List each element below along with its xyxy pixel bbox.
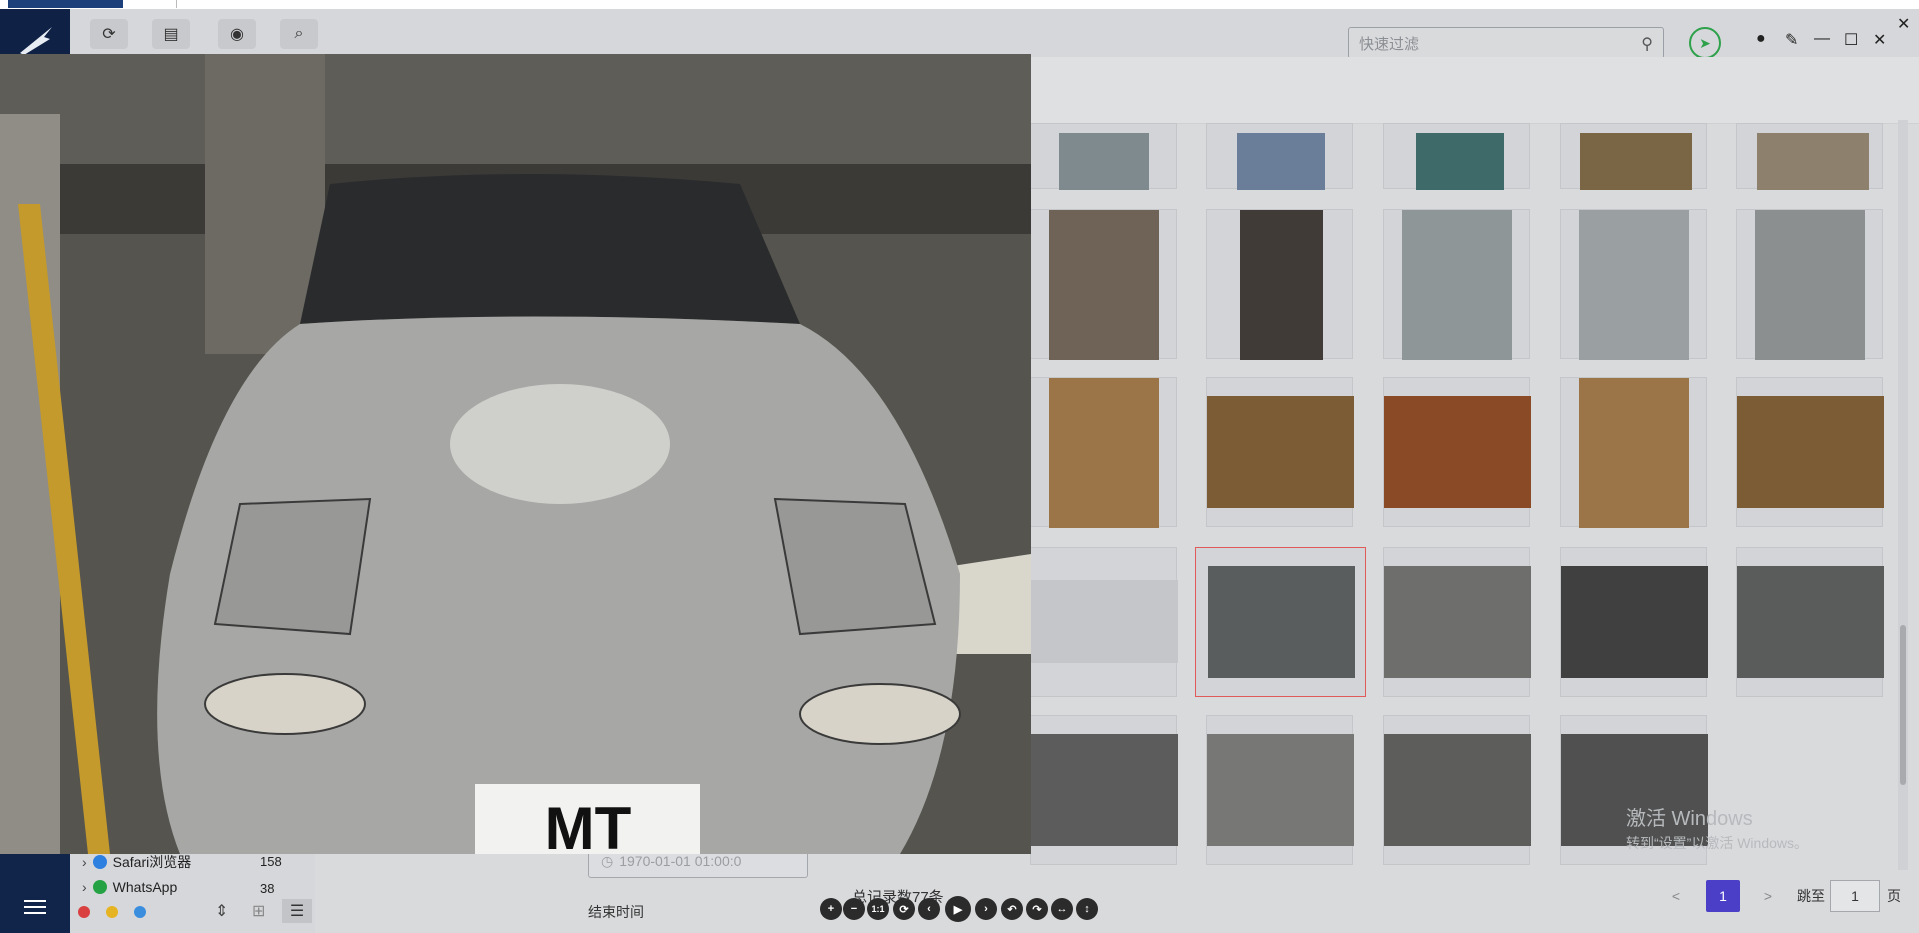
thumbnail[interactable] [1560, 547, 1708, 697]
tree-item-whatsapp[interactable]: › WhatsApp [82, 879, 177, 895]
zoom-out-button[interactable]: − [843, 898, 865, 920]
navigate-icon[interactable]: ➤ [1689, 27, 1721, 59]
active-tab[interactable] [8, 0, 123, 8]
eye-icon[interactable]: ◉ [218, 19, 256, 49]
list-view-icon[interactable]: ☰ [282, 899, 312, 923]
end-time-label: 结束时间 [588, 904, 644, 920]
plate-text: MT [545, 795, 632, 854]
safari-icon [92, 855, 107, 869]
next-image-button[interactable]: › [975, 898, 997, 920]
play-button[interactable]: ▶ [945, 896, 971, 922]
thumbnail[interactable] [1560, 377, 1707, 528]
user-icon[interactable]: ● [1756, 30, 1766, 48]
watermark-line2: 转到“设置”以激活 Windows。 [1626, 835, 1809, 851]
image-viewer[interactable]: MT [0, 54, 1031, 854]
jump-label: 跳至 [1797, 888, 1825, 904]
db-search-icon[interactable]: ⌕ [280, 19, 318, 49]
thumbnail[interactable] [1383, 547, 1531, 697]
zoom-in-button[interactable]: + [820, 898, 842, 920]
grid-view-icon[interactable]: ⊞ [252, 901, 265, 921]
watermark-line1: 激活 Windows [1626, 808, 1753, 830]
thumbnail-grid [1030, 123, 1900, 873]
flip-horizontal-button[interactable]: ↔ [1051, 898, 1073, 920]
thumbnail[interactable] [1206, 715, 1354, 865]
rotate-left-button[interactable]: ↶ [1001, 898, 1023, 920]
tree-item-count: 158 [260, 854, 282, 869]
prev-image-button[interactable]: ‹ [918, 898, 940, 920]
refresh-icon[interactable]: ⟳ [90, 19, 128, 49]
tree-item-label: WhatsApp [112, 879, 178, 895]
grid-scrollbar[interactable] [1898, 120, 1908, 870]
inactive-tab[interactable] [176, 0, 267, 8]
menu-icon[interactable] [24, 900, 46, 916]
grid-header [1030, 57, 1919, 124]
status-dot-yellow[interactable] [106, 906, 118, 918]
thumbnail[interactable] [1030, 547, 1178, 697]
clock-icon: ◷ [601, 852, 614, 869]
collapse-icon[interactable]: ⇕ [215, 901, 228, 921]
thumbnail[interactable] [1030, 123, 1177, 190]
thumbnail[interactable] [1560, 209, 1707, 360]
prev-page-button[interactable]: < [1660, 880, 1692, 912]
thumbnail[interactable] [1206, 123, 1353, 190]
tree-item-label: Safari浏览器 [112, 854, 192, 870]
tree-item-count: 38 [260, 881, 275, 896]
thumbnail-selected[interactable] [1195, 547, 1366, 697]
next-page-button[interactable]: > [1752, 880, 1784, 912]
thumbnail[interactable] [1736, 547, 1884, 697]
close-icon[interactable]: ✕ [1897, 14, 1910, 34]
minimize-icon[interactable]: — [1814, 30, 1830, 48]
pin-icon[interactable]: ✎ [1785, 30, 1798, 50]
thumbnail[interactable] [1383, 715, 1531, 865]
thumbnail[interactable] [1206, 209, 1353, 360]
thumbnail[interactable] [1383, 377, 1531, 527]
quick-filter-input[interactable]: 快速过滤 ⚲ [1348, 27, 1664, 59]
thumbnail[interactable] [1383, 123, 1530, 190]
thumbnail[interactable] [1736, 123, 1883, 190]
scrollbar-thumb[interactable] [1900, 625, 1906, 785]
quick-filter-placeholder: 快速过滤 [1359, 35, 1420, 53]
reset-button[interactable]: ⟳ [893, 898, 915, 920]
status-dot-red[interactable] [78, 906, 90, 918]
flip-vertical-button[interactable]: ↕ [1076, 898, 1098, 920]
search-icon[interactable]: ⚲ [1641, 34, 1653, 54]
maximize-icon[interactable]: ☐ [1844, 30, 1858, 50]
start-time-value: 1970-01-01 01:00:0 [619, 853, 742, 869]
rotate-right-button[interactable]: ↷ [1026, 898, 1048, 920]
windows-activation-watermark: 激活 Windows 转到“设置”以激活 Windows。 [1626, 802, 1808, 853]
chevron-right-icon[interactable]: › [82, 879, 87, 895]
id-card-icon[interactable]: ▤ [152, 19, 190, 49]
thumbnail[interactable] [1560, 123, 1707, 190]
whatsapp-icon [92, 880, 107, 894]
car-photo: MT [0, 54, 1031, 854]
jump-page-input[interactable]: 1 [1830, 880, 1880, 912]
status-dot-blue[interactable] [134, 906, 146, 918]
tree-item-safari[interactable]: › Safari浏览器 [82, 852, 191, 872]
page-suffix: 页 [1887, 888, 1901, 904]
thumbnail[interactable] [1030, 209, 1177, 360]
thumbnail[interactable] [1030, 377, 1177, 528]
close-icon[interactable]: ✕ [1873, 30, 1886, 50]
thumbnail[interactable] [1736, 377, 1884, 527]
current-page-button[interactable]: 1 [1706, 880, 1740, 912]
chevron-right-icon[interactable]: › [82, 854, 87, 870]
thumbnail[interactable] [1383, 209, 1530, 360]
actual-size-button[interactable]: 1:1 [867, 898, 889, 920]
thumbnail[interactable] [1030, 715, 1178, 865]
thumbnail[interactable] [1206, 377, 1354, 527]
thumbnail[interactable] [1736, 209, 1883, 360]
